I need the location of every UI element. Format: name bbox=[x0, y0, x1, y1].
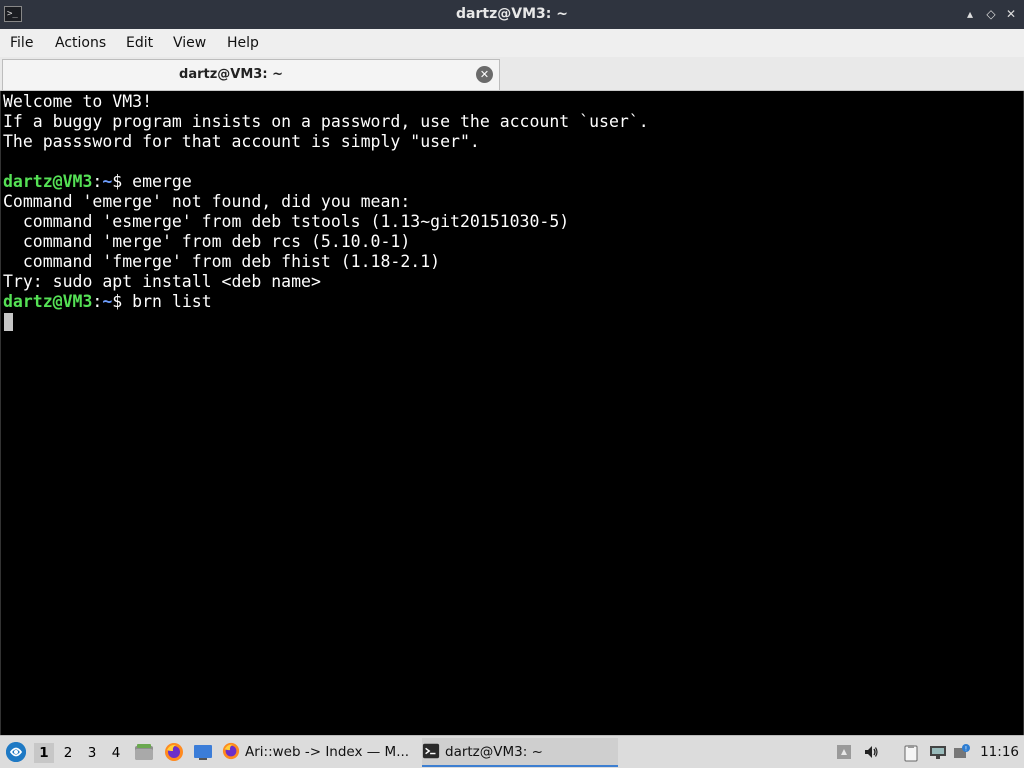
tab-label: dartz@VM3: ~ bbox=[179, 67, 283, 82]
firefox-launcher-icon[interactable] bbox=[164, 742, 184, 762]
start-menu-icon[interactable] bbox=[6, 742, 26, 762]
clipboard-icon[interactable] bbox=[902, 744, 920, 762]
prompt-end: $ bbox=[112, 172, 133, 191]
terminal-line: Welcome to VM3! bbox=[3, 92, 153, 111]
terminal-line: If a buggy program insists on a password… bbox=[3, 112, 649, 131]
svg-text:!: ! bbox=[965, 746, 967, 753]
prompt-path: ~ bbox=[102, 172, 113, 191]
tab-close-icon[interactable]: ✕ bbox=[476, 66, 493, 83]
terminal-line: Try: sudo apt install <deb name> bbox=[3, 272, 321, 291]
terminal-line: command 'merge' from deb rcs (5.10.0-1) bbox=[3, 232, 411, 251]
update-notification-icon[interactable]: ! bbox=[954, 744, 970, 760]
prompt-user: dartz@VM3 bbox=[3, 172, 93, 191]
menu-file[interactable]: File bbox=[10, 35, 33, 51]
terminal-view[interactable]: Welcome to VM3! If a buggy program insis… bbox=[0, 91, 1024, 735]
window-title: dartz@VM3: ~ bbox=[456, 6, 568, 22]
desktop-2-button[interactable]: 2 bbox=[58, 743, 78, 763]
removable-media-icon[interactable] bbox=[836, 744, 852, 760]
minimize-button[interactable]: ▴ bbox=[963, 7, 977, 21]
task-firefox[interactable]: Ari::web -> Index — M... bbox=[222, 738, 418, 767]
prompt-separator: : bbox=[92, 172, 103, 191]
terminal-icon bbox=[422, 742, 440, 760]
volume-icon[interactable] bbox=[863, 744, 879, 760]
tab-terminal[interactable]: dartz@VM3: ~ ✕ bbox=[2, 59, 500, 90]
terminal-line: Command 'emerge' not found, did you mean… bbox=[3, 192, 411, 211]
prompt-end: $ bbox=[112, 292, 133, 311]
menu-help[interactable]: Help bbox=[227, 35, 259, 51]
menu-edit[interactable]: Edit bbox=[126, 35, 153, 51]
terminal-line: command 'esmerge' from deb tstools (1.13… bbox=[3, 212, 570, 231]
command-text: brn list bbox=[132, 292, 212, 311]
prompt-path: ~ bbox=[102, 292, 113, 311]
command-text: emerge bbox=[132, 172, 192, 191]
file-manager-icon[interactable] bbox=[134, 742, 154, 762]
text-cursor bbox=[4, 313, 13, 331]
firefox-icon bbox=[222, 742, 240, 760]
desktop-1-button[interactable]: 1 bbox=[34, 743, 54, 763]
maximize-button[interactable]: ◇ bbox=[984, 7, 998, 21]
prompt-separator: : bbox=[92, 292, 103, 311]
window-titlebar[interactable]: >_ dartz@VM3: ~ ▴ ◇ ✕ bbox=[0, 0, 1024, 29]
menu-bar: File Actions Edit View Help bbox=[0, 29, 1024, 57]
prompt-user: dartz@VM3 bbox=[3, 292, 93, 311]
task-label: Ari::web -> Index — M... bbox=[245, 744, 410, 760]
network-icon[interactable] bbox=[929, 744, 947, 760]
show-desktop-icon[interactable] bbox=[193, 742, 213, 762]
terminal-line: The passsword for that account is simply… bbox=[3, 132, 480, 151]
menu-actions[interactable]: Actions bbox=[55, 35, 106, 51]
task-label: dartz@VM3: ~ bbox=[445, 744, 543, 760]
clock[interactable]: 11:16 bbox=[980, 744, 1019, 760]
desktop-3-button[interactable]: 3 bbox=[82, 743, 102, 763]
taskbar: 1 2 3 4 Ari::web -> Index — M... dartz@V… bbox=[0, 735, 1024, 768]
desktop-4-button[interactable]: 4 bbox=[106, 743, 126, 763]
prompt-line: dartz@VM3:~$ emerge bbox=[3, 172, 192, 192]
close-button[interactable]: ✕ bbox=[1004, 7, 1018, 21]
task-terminal[interactable]: dartz@VM3: ~ bbox=[422, 738, 618, 767]
terminal-line: command 'fmerge' from deb fhist (1.18-2.… bbox=[3, 252, 441, 271]
menu-view[interactable]: View bbox=[173, 35, 206, 51]
prompt-line: dartz@VM3:~$ brn list bbox=[3, 292, 212, 312]
tab-bar: dartz@VM3: ~ ✕ bbox=[0, 57, 1024, 91]
